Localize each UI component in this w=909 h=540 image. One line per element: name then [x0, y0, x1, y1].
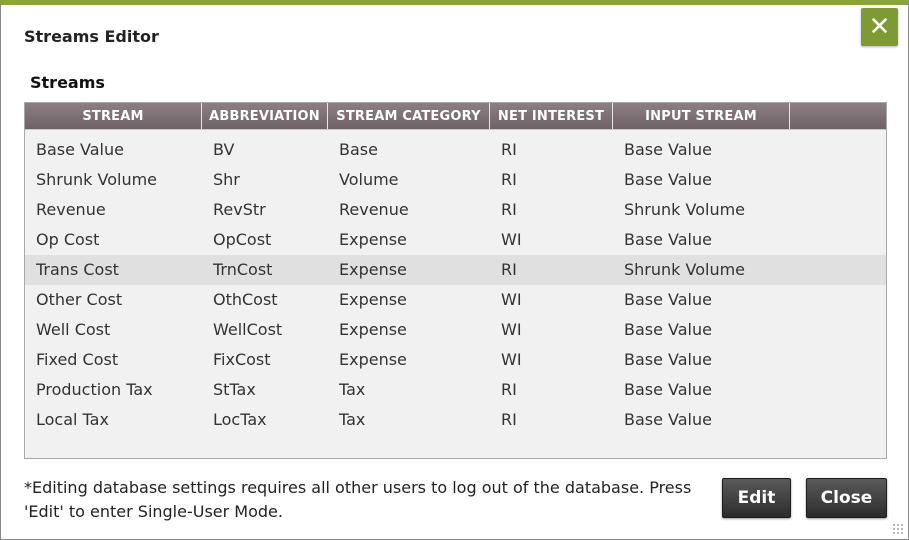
resize-grip-icon[interactable]	[892, 523, 904, 535]
cell-net-interest: RI	[501, 200, 517, 219]
cell-stream-category: Expense	[339, 320, 407, 339]
cell-net-interest: WI	[501, 350, 522, 369]
note-line-1: *Editing database settings requires all …	[24, 478, 692, 497]
cell-stream-category: Volume	[339, 170, 399, 189]
table-row[interactable]: Op Cost OpCost Expense WI Base Value	[25, 225, 886, 255]
cell-input-stream: Base Value	[624, 230, 712, 249]
cell-abbreviation: FixCost	[213, 350, 271, 369]
cell-stream-category: Expense	[339, 350, 407, 369]
cell-stream: Other Cost	[36, 290, 123, 309]
close-icon[interactable]: ✕	[861, 8, 898, 46]
cell-stream-category: Expense	[339, 230, 407, 249]
cell-input-stream: Shrunk Volume	[624, 260, 746, 279]
table-row[interactable]: Trans Cost TrnCost Expense RI Shrunk Volume	[25, 255, 886, 285]
cell-abbreviation: StTax	[213, 380, 256, 399]
cell-net-interest: RI	[501, 140, 517, 159]
table-row[interactable]: Production Tax StTax Tax RI Base Value	[25, 375, 886, 405]
dialog-title: Streams Editor	[24, 27, 159, 46]
cell-net-interest: WI	[501, 290, 522, 309]
cell-stream-category: Revenue	[339, 200, 409, 219]
cell-stream: Production Tax	[36, 380, 153, 399]
cell-stream: Op Cost	[36, 230, 100, 249]
cell-abbreviation: LocTax	[213, 410, 267, 429]
cell-abbreviation: Shr	[213, 170, 240, 189]
cell-stream-category: Tax	[339, 380, 366, 399]
table-row[interactable]: Local Tax LocTax Tax RI Base Value	[25, 405, 886, 435]
cell-stream: Well Cost	[36, 320, 111, 339]
cell-input-stream: Base Value	[624, 170, 712, 189]
cell-input-stream: Base Value	[624, 410, 712, 429]
cell-input-stream: Shrunk Volume	[624, 200, 746, 219]
cell-stream: Local Tax	[36, 410, 109, 429]
column-header-abbreviation[interactable]: ABBREVIATION	[202, 103, 328, 129]
edit-button[interactable]: Edit	[722, 478, 791, 518]
grid-header: STREAM ABBREVIATION STREAM CATEGORY NET …	[25, 103, 886, 130]
cell-stream-category: Tax	[339, 410, 366, 429]
table-row[interactable]: Revenue RevStr Revenue RI Shrunk Volume	[25, 195, 886, 225]
cell-stream-category: Expense	[339, 260, 407, 279]
cell-input-stream: Base Value	[624, 290, 712, 309]
cell-stream: Shrunk Volume	[36, 170, 158, 189]
cell-stream: Revenue	[36, 200, 106, 219]
cell-abbreviation: OthCost	[213, 290, 278, 309]
streams-section-title: Streams	[30, 73, 105, 92]
cell-input-stream: Base Value	[624, 140, 712, 159]
cell-stream-category: Base	[339, 140, 378, 159]
table-row[interactable]: Well Cost WellCost Expense WI Base Value	[25, 315, 886, 345]
column-header-stream-category[interactable]: STREAM CATEGORY	[328, 103, 490, 129]
cell-net-interest: WI	[501, 320, 522, 339]
streams-grid[interactable]: STREAM ABBREVIATION STREAM CATEGORY NET …	[24, 102, 887, 459]
cell-stream: Base Value	[36, 140, 124, 159]
single-user-note: *Editing database settings requires all …	[24, 476, 704, 524]
column-header-net-interest[interactable]: NET INTEREST	[490, 103, 613, 129]
cell-input-stream: Base Value	[624, 350, 712, 369]
note-line-2: 'Edit' to enter Single-User Mode.	[24, 502, 283, 521]
table-row[interactable]: Base Value BV Base RI Base Value	[25, 135, 886, 165]
column-header-stream[interactable]: STREAM	[25, 103, 202, 129]
cell-abbreviation: OpCost	[213, 230, 272, 249]
table-row[interactable]: Fixed Cost FixCost Expense WI Base Value	[25, 345, 886, 375]
streams-editor-dialog: ✕ Streams Editor Streams STREAM ABBREVIA…	[0, 0, 909, 540]
cell-net-interest: RI	[501, 410, 517, 429]
cell-abbreviation: RevStr	[213, 200, 266, 219]
cell-stream: Fixed Cost	[36, 350, 119, 369]
cell-abbreviation: WellCost	[213, 320, 283, 339]
table-row[interactable]: Other Cost OthCost Expense WI Base Value	[25, 285, 886, 315]
cell-net-interest: WI	[501, 230, 522, 249]
table-row[interactable]: Shrunk Volume Shr Volume RI Base Value	[25, 165, 886, 195]
cell-net-interest: RI	[501, 260, 517, 279]
grid-rows: Base Value BV Base RI Base Value Shrunk Volum…	[25, 130, 886, 435]
cell-abbreviation: BV	[213, 140, 235, 159]
column-header-input-stream[interactable]: INPUT STREAM	[613, 103, 790, 129]
cell-stream-category: Expense	[339, 290, 407, 309]
cell-input-stream: Base Value	[624, 320, 712, 339]
cell-input-stream: Base Value	[624, 380, 712, 399]
cell-net-interest: RI	[501, 380, 517, 399]
cell-abbreviation: TrnCost	[213, 260, 273, 279]
cell-stream: Trans Cost	[36, 260, 119, 279]
cell-net-interest: RI	[501, 170, 517, 189]
close-button[interactable]: Close	[806, 478, 887, 518]
